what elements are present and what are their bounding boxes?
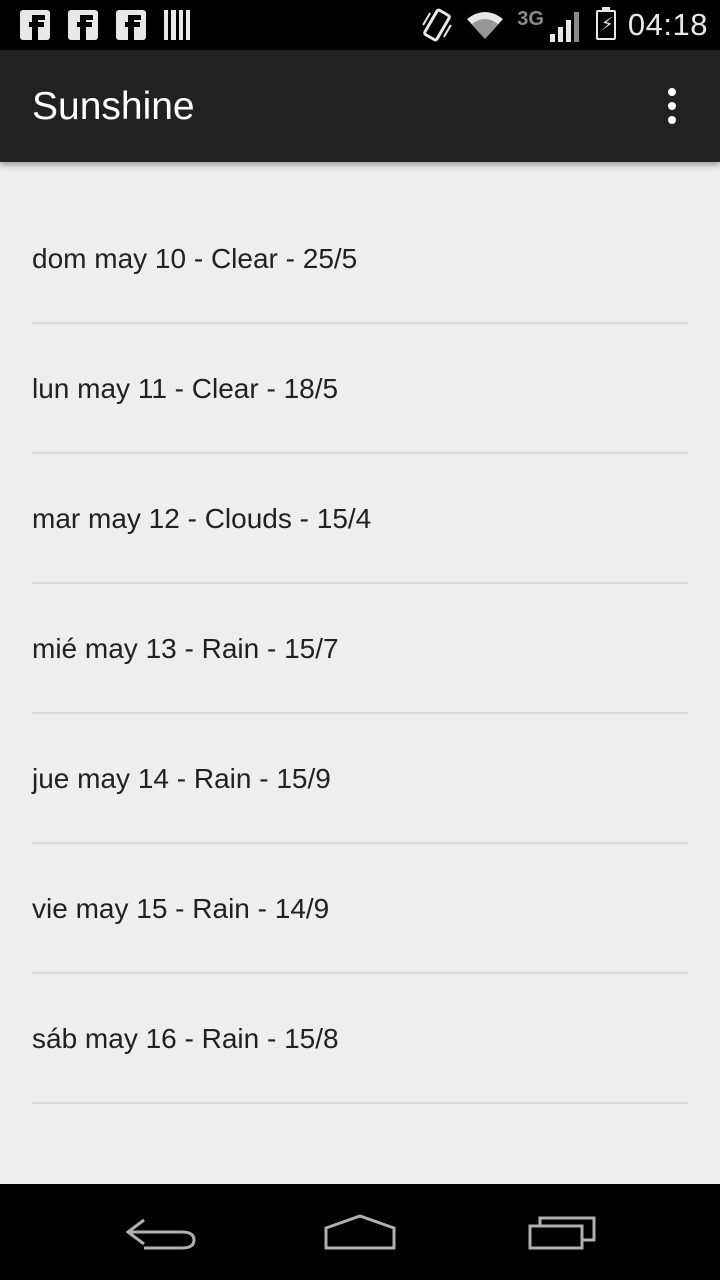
wifi-icon: [467, 12, 504, 39]
forecast-text: vie may 15 - Rain - 14/9: [32, 893, 330, 924]
barcode-icon: [164, 10, 190, 40]
back-icon[interactable]: [110, 1208, 210, 1256]
facebook-icon: [20, 10, 50, 40]
forecast-list-item[interactable]: vie may 15 - Rain - 14/9: [32, 844, 688, 974]
forecast-text: jue may 14 - Rain - 15/9: [32, 763, 331, 794]
forecast-list[interactable]: dom may 10 - Clear - 25/5 lun may 11 - C…: [0, 194, 720, 1104]
action-bar: Sunshine: [0, 50, 720, 162]
forecast-text: mié may 13 - Rain - 15/7: [32, 633, 339, 664]
clock: 04:18: [627, 7, 708, 42]
notification-icons: [20, 10, 190, 40]
forecast-text: dom may 10 - Clear - 25/5: [32, 243, 358, 274]
vibrate-icon: [422, 8, 452, 42]
forecast-list-item[interactable]: lun may 11 - Clear - 18/5: [32, 324, 688, 454]
forecast-text: lun may 11 - Clear - 18/5: [32, 373, 339, 404]
navigation-bar: [0, 1184, 720, 1280]
recents-icon[interactable]: [512, 1208, 612, 1256]
system-icons: 3G ⚡ 04:18: [421, 6, 708, 44]
battery-charging-icon: ⚡: [595, 7, 616, 40]
app-title: Sunshine: [32, 85, 195, 128]
forecast-text: sáb may 16 - Rain - 15/8: [32, 1023, 339, 1054]
forecast-text: mar may 12 - Clouds - 15/4: [32, 503, 372, 534]
network-type: 3G: [517, 8, 544, 30]
forecast-list-item[interactable]: sáb may 16 - Rain - 15/8: [32, 974, 688, 1104]
forecast-list-item[interactable]: jue may 14 - Rain - 15/9: [32, 714, 688, 844]
facebook-icon: [68, 10, 98, 40]
signal-icon: [549, 12, 579, 42]
overflow-menu-icon[interactable]: [650, 80, 694, 132]
forecast-list-item[interactable]: mié may 13 - Rain - 15/7: [32, 584, 688, 714]
status-bar: 3G ⚡ 04:18: [0, 0, 720, 50]
home-icon[interactable]: [310, 1208, 410, 1256]
forecast-list-item[interactable]: mar may 12 - Clouds - 15/4: [32, 454, 688, 584]
facebook-icon: [116, 10, 146, 40]
forecast-list-item[interactable]: dom may 10 - Clear - 25/5: [32, 194, 688, 324]
